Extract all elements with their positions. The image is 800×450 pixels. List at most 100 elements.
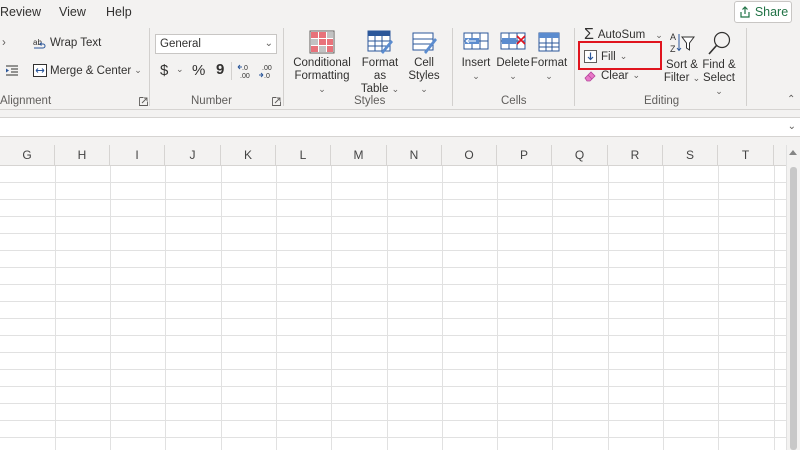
gridline <box>608 166 609 450</box>
gridline <box>0 403 786 404</box>
column-header-s[interactable]: S <box>663 145 718 166</box>
tab-help[interactable]: Help <box>106 5 132 19</box>
gridline <box>718 166 719 450</box>
autosum-highlight <box>578 41 662 70</box>
format-as-table-label-2: Table <box>360 83 389 95</box>
menu-bar: Review View Help Share <box>0 0 800 24</box>
svg-text:.0: .0 <box>242 65 248 72</box>
align-caret[interactable]: › <box>2 37 6 49</box>
delete-cells-button[interactable]: Delete ⌄ <box>495 30 531 83</box>
gridline <box>0 352 786 353</box>
decrease-decimal-icon[interactable]: .0 .00 <box>237 62 255 80</box>
sort-filter-label-1: Sort & <box>666 59 698 71</box>
chevron-down-icon: ⌄ <box>472 71 480 81</box>
gridline <box>110 166 111 450</box>
format-as-table-button[interactable]: Format as Table ⌄ <box>355 30 405 96</box>
autosum-button[interactable]: Σ AutoSum ⌄ <box>584 26 663 43</box>
column-header-i[interactable]: I <box>110 145 165 166</box>
insert-label: Insert <box>461 57 491 69</box>
number-launcher-icon[interactable] <box>272 97 281 106</box>
cell-grid[interactable] <box>0 166 786 450</box>
find-select-label-1: Find & <box>702 59 736 71</box>
separator <box>574 28 575 106</box>
gridline <box>774 166 775 450</box>
conditional-formatting-label-1: Conditional <box>293 57 351 69</box>
svg-text:.00: .00 <box>262 65 272 72</box>
tab-review[interactable]: Review <box>0 5 41 19</box>
wrap-text-button[interactable]: ab Wrap Text <box>33 36 101 50</box>
conditional-formatting-label-2: Formatting <box>294 70 350 82</box>
gridline <box>497 166 498 450</box>
delete-cells-icon <box>500 32 526 50</box>
gridline <box>0 267 786 268</box>
column-header-j[interactable]: J <box>165 145 221 166</box>
expand-formula-bar-icon[interactable]: ⌄ <box>788 121 796 132</box>
gridline <box>331 166 332 450</box>
chevron-down-icon: ⌄ <box>318 84 326 94</box>
percent-button[interactable]: % <box>192 62 205 79</box>
format-cells-button[interactable]: Format ⌄ <box>531 30 567 83</box>
separator <box>746 28 747 106</box>
column-header-m[interactable]: M <box>331 145 387 166</box>
column-header-q[interactable]: Q <box>552 145 608 166</box>
scroll-up-icon[interactable] <box>789 150 797 155</box>
format-as-table-icon <box>367 30 393 54</box>
scrollbar-thumb[interactable] <box>790 167 797 450</box>
sort-filter-button[interactable]: A Z Sort & Filter ⌄ <box>662 30 702 85</box>
autosum-label: AutoSum <box>597 29 646 41</box>
gridline <box>0 420 786 421</box>
tab-view[interactable]: View <box>59 5 86 19</box>
gridline <box>0 182 786 183</box>
gridline <box>0 199 786 200</box>
chevron-down-icon: ⌄ <box>420 84 428 94</box>
formula-bar[interactable]: ⌄ <box>0 117 800 137</box>
gridline <box>0 437 786 438</box>
gridline <box>0 369 786 370</box>
indent-icon[interactable] <box>5 64 19 76</box>
format-label: Format <box>530 57 568 69</box>
conditional-formatting-button[interactable]: Conditional Formatting ⌄ <box>291 30 353 96</box>
insert-cells-icon <box>463 32 489 50</box>
chevron-down-icon: ⌄ <box>715 86 723 96</box>
find-select-label-2: Select <box>703 72 735 84</box>
separator <box>149 28 150 106</box>
chevron-down-icon: ⌄ <box>391 84 400 94</box>
share-button[interactable]: Share <box>734 1 792 23</box>
alignment-launcher-icon[interactable] <box>139 97 148 106</box>
merge-center-label: Merge & Center <box>50 64 132 77</box>
merge-center-button[interactable]: Merge & Center ⌄ <box>33 64 142 77</box>
find-select-button[interactable]: Find & Select ⌄ <box>699 30 739 98</box>
merge-center-icon <box>33 64 47 77</box>
gridline <box>0 301 786 302</box>
column-header-h[interactable]: H <box>55 145 110 166</box>
column-header-o[interactable]: O <box>442 145 497 166</box>
chevron-down-icon: ⌄ <box>632 70 641 80</box>
clear-button[interactable]: Clear ⌄ <box>584 69 640 82</box>
gridline <box>442 166 443 450</box>
column-header-l[interactable]: L <box>276 145 331 166</box>
insert-cells-button[interactable]: Insert ⌄ <box>458 30 494 83</box>
group-label-number: Number <box>191 95 232 107</box>
comma-style-button[interactable]: 9 <box>216 61 224 78</box>
column-header-r[interactable]: R <box>608 145 663 166</box>
chevron-down-icon: ⌄ <box>545 71 553 81</box>
increase-decimal-icon[interactable]: .00 .0 <box>258 62 276 80</box>
column-header-t[interactable]: T <box>718 145 774 166</box>
column-header-n[interactable]: N <box>387 145 442 166</box>
separator <box>452 28 453 106</box>
column-header-g[interactable]: G <box>0 145 55 166</box>
collapse-ribbon-icon[interactable]: ⌃ <box>787 94 795 105</box>
number-format-select[interactable]: General ⌄ <box>155 34 277 54</box>
cell-styles-button[interactable]: Cell Styles ⌄ <box>404 30 444 96</box>
gridline <box>0 284 786 285</box>
currency-button[interactable]: $ <box>160 62 168 79</box>
column-header-p[interactable]: P <box>497 145 552 166</box>
column-header-k[interactable]: K <box>221 145 276 166</box>
vertical-scrollbar[interactable] <box>786 145 800 450</box>
sigma-icon: Σ <box>584 26 594 43</box>
conditional-formatting-icon <box>309 30 335 54</box>
gridline <box>0 318 786 319</box>
separator <box>283 28 284 106</box>
cell-styles-label-2: Styles <box>408 70 440 82</box>
currency-caret[interactable]: ⌄ <box>176 64 184 75</box>
